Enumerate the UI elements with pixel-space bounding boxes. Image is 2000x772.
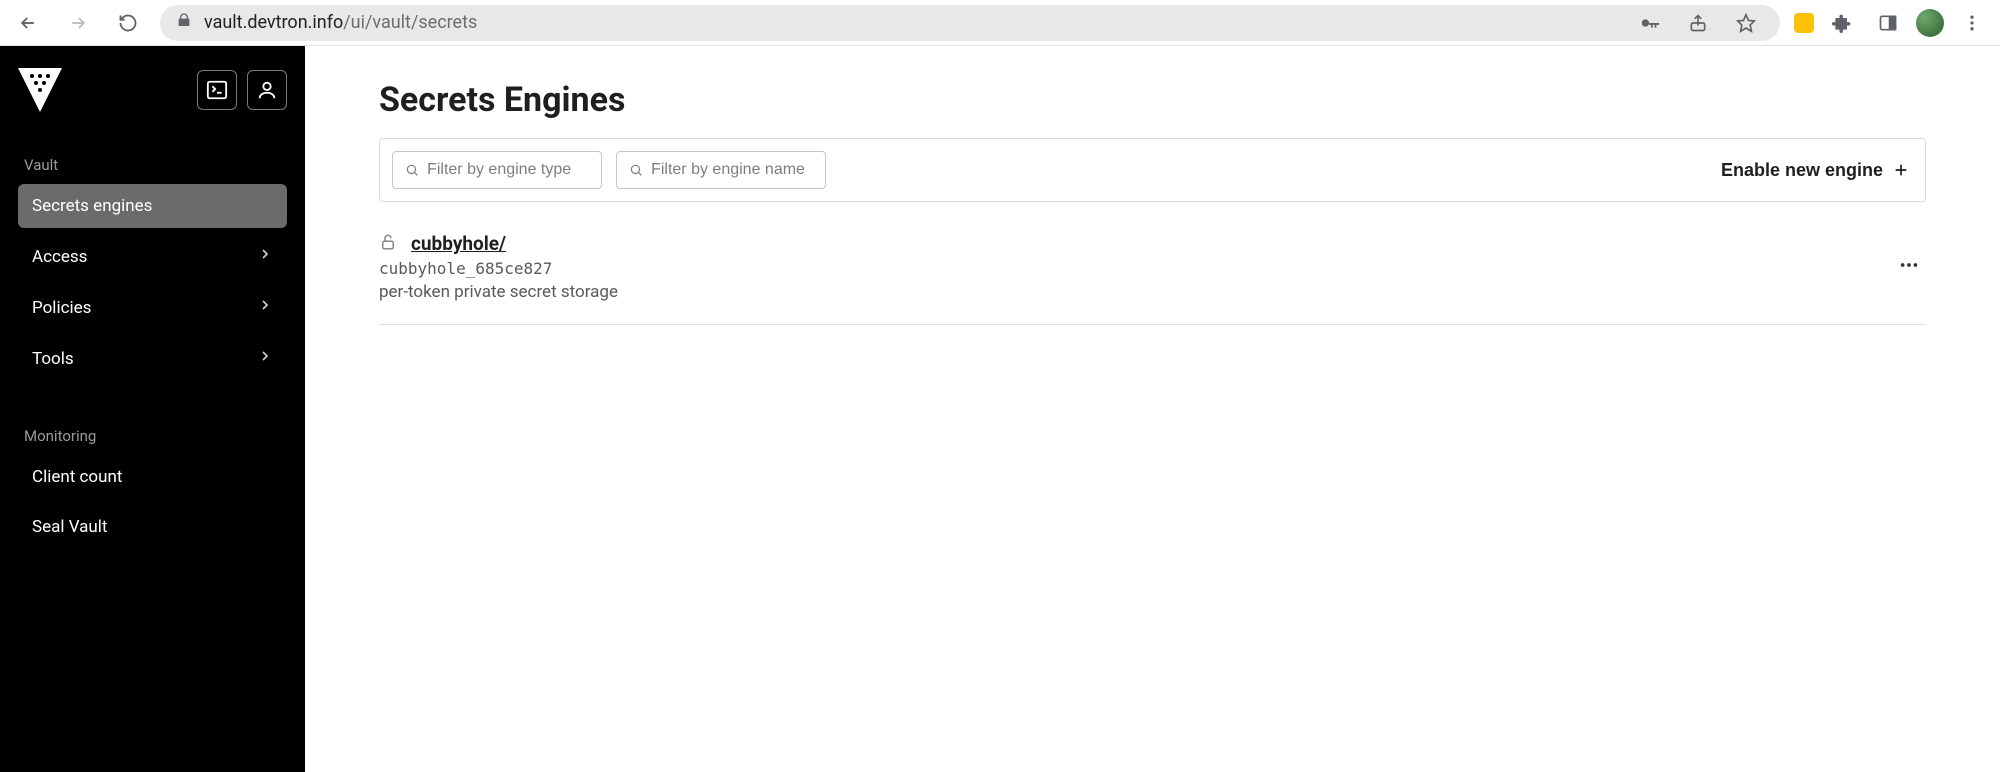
password-key-icon[interactable]	[1632, 5, 1668, 41]
engine-row-menu[interactable]	[1892, 248, 1926, 286]
forward-button[interactable]	[60, 5, 96, 41]
sidebar-item-secrets-engines[interactable]: Secrets engines	[18, 184, 287, 228]
toolbar: Enable new engine	[379, 138, 1926, 202]
user-button[interactable]	[247, 70, 287, 110]
search-icon	[629, 162, 643, 178]
url-path: /ui/vault/secrets	[343, 12, 477, 33]
enable-new-engine-button[interactable]: Enable new engine	[1717, 154, 1913, 187]
filter-type[interactable]	[392, 151, 602, 189]
sidebar-item-policies[interactable]: Policies	[18, 285, 287, 330]
sidebar-item-label: Seal Vault	[32, 517, 107, 537]
sidebar-item-label: Policies	[32, 298, 91, 318]
sidebar-item-client-count[interactable]: Client count	[18, 455, 287, 499]
chevron-right-icon	[257, 348, 273, 369]
browser-chrome: vault.devtron.info/ui/vault/secrets	[0, 0, 2000, 46]
reload-button[interactable]	[110, 5, 146, 41]
terminal-button[interactable]	[197, 70, 237, 110]
terminal-icon	[206, 79, 228, 101]
kebab-menu-icon[interactable]	[1954, 5, 1990, 41]
filter-name[interactable]	[616, 151, 826, 189]
back-button[interactable]	[10, 5, 46, 41]
app: Vault Secrets engines Access Policies Tools…	[0, 46, 2000, 772]
reload-icon	[118, 13, 138, 33]
sidebar-item-label: Tools	[32, 349, 74, 369]
url-host: vault.devtron.info	[204, 12, 343, 33]
engines-list: cubbyhole/cubbyhole_685ce827 per-token pr…	[379, 216, 1926, 325]
unlock-icon	[379, 233, 397, 255]
arrow-right-icon	[68, 13, 88, 33]
avatar[interactable]	[1916, 9, 1944, 37]
sidebar-item-label: Client count	[32, 467, 122, 487]
extensions-icon[interactable]	[1824, 5, 1860, 41]
main-content: Secrets Engines Enable new engine cubbyh…	[305, 46, 2000, 772]
section-label-monitoring: Monitoring	[24, 427, 281, 445]
engine-accessor: cubbyhole_685ce827	[379, 259, 1892, 278]
engine-name-link[interactable]: cubbyhole/	[411, 232, 506, 255]
dots-horizontal-icon	[1898, 254, 1920, 276]
vault-logo[interactable]	[18, 68, 62, 112]
engine-row: cubbyhole/cubbyhole_685ce827 per-token pr…	[379, 216, 1926, 325]
filter-name-input[interactable]	[651, 161, 813, 179]
sidebar-item-tools[interactable]: Tools	[18, 336, 287, 381]
search-icon	[405, 162, 419, 178]
share-icon[interactable]	[1680, 5, 1716, 41]
enable-new-engine-label: Enable new engine	[1721, 160, 1883, 181]
sidebar-item-seal-vault[interactable]: Seal Vault	[18, 505, 287, 549]
lock-icon	[176, 12, 192, 33]
plus-icon	[1893, 162, 1909, 178]
arrow-left-icon	[18, 13, 38, 33]
address-bar[interactable]: vault.devtron.info/ui/vault/secrets	[160, 5, 1780, 41]
address-text: vault.devtron.info/ui/vault/secrets	[204, 12, 1620, 33]
chevron-right-icon	[257, 297, 273, 318]
nav-group-vault: Secrets engines Access Policies Tools	[18, 184, 287, 387]
chevron-right-icon	[257, 246, 273, 267]
page-title: Secrets Engines	[379, 80, 1926, 120]
panel-icon[interactable]	[1870, 5, 1906, 41]
star-icon[interactable]	[1728, 5, 1764, 41]
chrome-right-icons	[1794, 5, 1990, 41]
sidebar-top	[18, 68, 287, 112]
sidebar-item-label: Access	[32, 247, 87, 267]
filter-type-input[interactable]	[427, 161, 589, 179]
sidebar-item-label: Secrets engines	[32, 196, 152, 216]
engine-description: per-token private secret storage	[379, 282, 1892, 302]
sidebar-item-access[interactable]: Access	[18, 234, 287, 279]
extension-yellow-icon[interactable]	[1794, 13, 1814, 33]
section-label-vault: Vault	[24, 156, 281, 174]
sidebar: Vault Secrets engines Access Policies Tools…	[0, 46, 305, 772]
nav-group-monitoring: Client count Seal Vault	[18, 455, 287, 555]
user-icon	[256, 79, 278, 101]
sidebar-top-actions	[197, 70, 287, 110]
